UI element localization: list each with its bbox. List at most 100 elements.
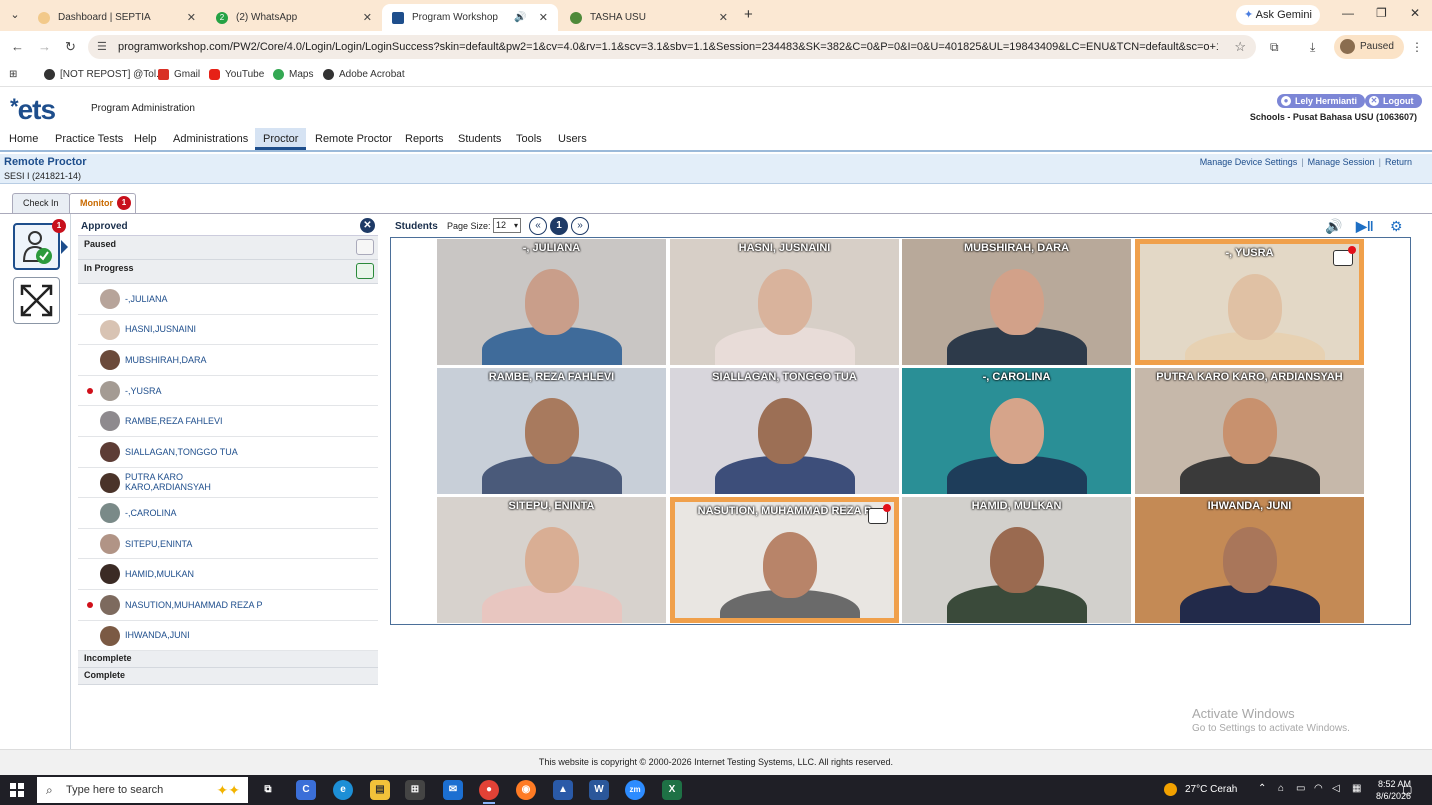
- student-row[interactable]: IHWANDA,JUNI: [78, 621, 378, 652]
- student-row[interactable]: PUTRA KARO KARO,ARDIANSYAH: [78, 468, 378, 499]
- speaker-icon[interactable]: 🔊: [514, 12, 526, 23]
- close-tab-icon[interactable]: ✕: [363, 11, 372, 24]
- reload-icon[interactable]: ↻: [65, 39, 76, 55]
- logout-button[interactable]: ✕ Logout: [1365, 94, 1422, 108]
- ask-gemini-button[interactable]: ✦ Ask Gemini: [1236, 5, 1320, 25]
- excel-icon[interactable]: X: [662, 780, 682, 800]
- firefox-icon[interactable]: ◉: [516, 780, 536, 800]
- student-row[interactable]: HAMID,MULKAN: [78, 559, 378, 590]
- nav-users[interactable]: Users: [558, 133, 587, 145]
- user-name-button[interactable]: ● Lely Hermianti: [1277, 94, 1366, 108]
- student-name-link[interactable]: PUTRA KARO KARO,ARDIANSYAH: [125, 472, 265, 492]
- nav-home[interactable]: Home: [9, 133, 38, 145]
- prev-page-button[interactable]: «: [529, 217, 547, 235]
- student-name-link[interactable]: HASNI,JUSNAINI: [125, 324, 265, 334]
- zoom-icon[interactable]: zm: [625, 780, 645, 800]
- apps-grid-icon[interactable]: ⊞: [9, 69, 17, 80]
- group-incomplete[interactable]: Incomplete: [78, 651, 378, 669]
- student-video-tile[interactable]: RAMBE, REZA FAHLEVI: [437, 368, 666, 494]
- student-name-link[interactable]: -,JULIANA: [125, 294, 265, 304]
- student-name-link[interactable]: HAMID,MULKAN: [125, 569, 265, 579]
- windows-start-icon[interactable]: [10, 783, 24, 797]
- remote-app-icon[interactable]: ▲: [553, 780, 573, 800]
- battery-icon[interactable]: ▭: [1296, 783, 1305, 794]
- student-video-tile[interactable]: -, CAROLINA: [902, 368, 1131, 494]
- nav-proctor[interactable]: Proctor: [255, 128, 307, 150]
- nav-practice-tests[interactable]: Practice Tests: [55, 133, 123, 145]
- student-row[interactable]: MUBSHIRAH,DARA: [78, 345, 378, 376]
- address-bar[interactable]: ☰ programworkshop.com/PW2/Core/4.0/Login…: [88, 35, 1256, 59]
- site-info-icon[interactable]: ☰: [97, 40, 107, 53]
- restore-window-icon[interactable]: ❐: [1376, 6, 1387, 20]
- store-icon[interactable]: ⊞: [405, 780, 425, 800]
- chat-message-icon[interactable]: [868, 504, 891, 524]
- student-row[interactable]: SITEPU,ENINTA: [78, 529, 378, 560]
- chrome-icon[interactable]: ●: [479, 780, 499, 804]
- nav-tools[interactable]: Tools: [516, 133, 542, 145]
- student-name-link[interactable]: RAMBE,REZA FAHLEVI: [125, 416, 265, 426]
- next-page-button[interactable]: »: [571, 217, 589, 235]
- ets-logo[interactable]: *ets: [10, 94, 56, 126]
- forward-arrow-icon[interactable]: →: [38, 39, 51, 54]
- student-name-link[interactable]: IHWANDA,JUNI: [125, 630, 265, 640]
- nav-help[interactable]: Help: [134, 133, 157, 145]
- group-complete[interactable]: Complete: [78, 668, 378, 686]
- tab-program-workshop[interactable]: Program Workshop 🔊 ✕: [382, 4, 558, 31]
- student-row[interactable]: -,CAROLINA: [78, 498, 378, 529]
- student-row[interactable]: -,JULIANA: [78, 284, 378, 315]
- student-name-link[interactable]: -,YUSRA: [125, 386, 265, 396]
- gear-icon[interactable]: ⚙: [1390, 218, 1403, 235]
- bookmark-star-icon[interactable]: ☆: [1234, 39, 1246, 55]
- close-tab-icon[interactable]: ✕: [719, 11, 728, 24]
- group-in-progress[interactable]: In Progress: [78, 260, 378, 284]
- student-video-tile[interactable]: NASUTION, MUHAMMAD REZA P: [670, 497, 899, 623]
- notification-icon[interactable]: ▢: [1402, 783, 1412, 796]
- student-name-link[interactable]: SITEPU,ENINTA: [125, 539, 265, 549]
- student-video-tile[interactable]: HAMID, MULKAN: [902, 497, 1131, 623]
- wifi-icon[interactable]: ◠: [1314, 783, 1323, 794]
- bookmark-youtube[interactable]: YouTube: [209, 69, 264, 80]
- url-text[interactable]: programworkshop.com/PW2/Core/4.0/Login/L…: [118, 41, 1218, 53]
- student-video-tile[interactable]: HASNI, JUSNAINI: [670, 239, 899, 365]
- tab-search-chevron-icon[interactable]: ⌄: [6, 6, 24, 24]
- extensions-icon[interactable]: ⧉: [1270, 40, 1279, 55]
- student-video-tile[interactable]: MUBSHIRAH, DARA: [902, 239, 1131, 365]
- group-paused[interactable]: Paused: [78, 236, 378, 260]
- tab-whatsapp[interactable]: 2 (2) WhatsApp ✕: [206, 4, 382, 31]
- keyboard-icon[interactable]: ▦: [1352, 783, 1361, 794]
- network-icon[interactable]: ⌂: [1278, 783, 1284, 794]
- bookmark-adobe-acrobat[interactable]: Adobe Acrobat: [323, 69, 405, 80]
- student-row[interactable]: HASNI,JUSNAINI: [78, 315, 378, 346]
- taskbar-search-input[interactable]: ⌕ Type here to search ✦✦: [37, 777, 248, 803]
- file-explorer-icon[interactable]: ▤: [370, 780, 390, 800]
- manage-device-settings-link[interactable]: Manage Device Settings: [1200, 157, 1298, 167]
- student-video-tile[interactable]: SIALLAGAN, TONGGO TUA: [670, 368, 899, 494]
- tab-tasha-usu[interactable]: TASHA USU ✕: [560, 4, 738, 31]
- browser-menu-icon[interactable]: ⋮: [1411, 40, 1423, 54]
- student-row[interactable]: -,YUSRA: [78, 376, 378, 407]
- bookmark-not-repost[interactable]: [NOT REPOST] @Tol...: [44, 69, 164, 80]
- student-name-link[interactable]: NASUTION,MUHAMMAD REZA P: [125, 600, 265, 610]
- message-all-icon[interactable]: [356, 239, 374, 255]
- mail-icon[interactable]: ✉: [443, 780, 463, 800]
- manage-session-link[interactable]: Manage Session: [1308, 157, 1375, 167]
- close-window-icon[interactable]: ✕: [1410, 6, 1420, 20]
- student-row[interactable]: RAMBE,REZA FAHLEVI: [78, 406, 378, 437]
- task-view-icon[interactable]: ⧉: [258, 780, 278, 800]
- student-video-tile[interactable]: -, JULIANA: [437, 239, 666, 365]
- tray-chevron-icon[interactable]: ⌃: [1258, 783, 1266, 794]
- student-row[interactable]: NASUTION,MUHAMMAD REZA P: [78, 590, 378, 621]
- close-tab-icon[interactable]: ✕: [539, 11, 548, 24]
- close-tab-icon[interactable]: ✕: [187, 11, 196, 24]
- word-icon[interactable]: W: [589, 780, 609, 800]
- student-video-tile[interactable]: IHWANDA, JUNI: [1135, 497, 1364, 623]
- edge-icon[interactable]: e: [333, 780, 353, 800]
- bookmark-gmail[interactable]: Gmail: [158, 69, 200, 80]
- downloads-icon[interactable]: ⤓: [1310, 40, 1315, 55]
- nav-reports[interactable]: Reports: [405, 133, 444, 145]
- page-size-select[interactable]: 12 ▾: [493, 218, 521, 233]
- minimize-window-icon[interactable]: —: [1342, 6, 1354, 20]
- expand-view-button[interactable]: [13, 277, 60, 324]
- tab-monitor[interactable]: Monitor 1: [69, 193, 136, 214]
- volume-icon[interactable]: ◁: [1332, 783, 1340, 794]
